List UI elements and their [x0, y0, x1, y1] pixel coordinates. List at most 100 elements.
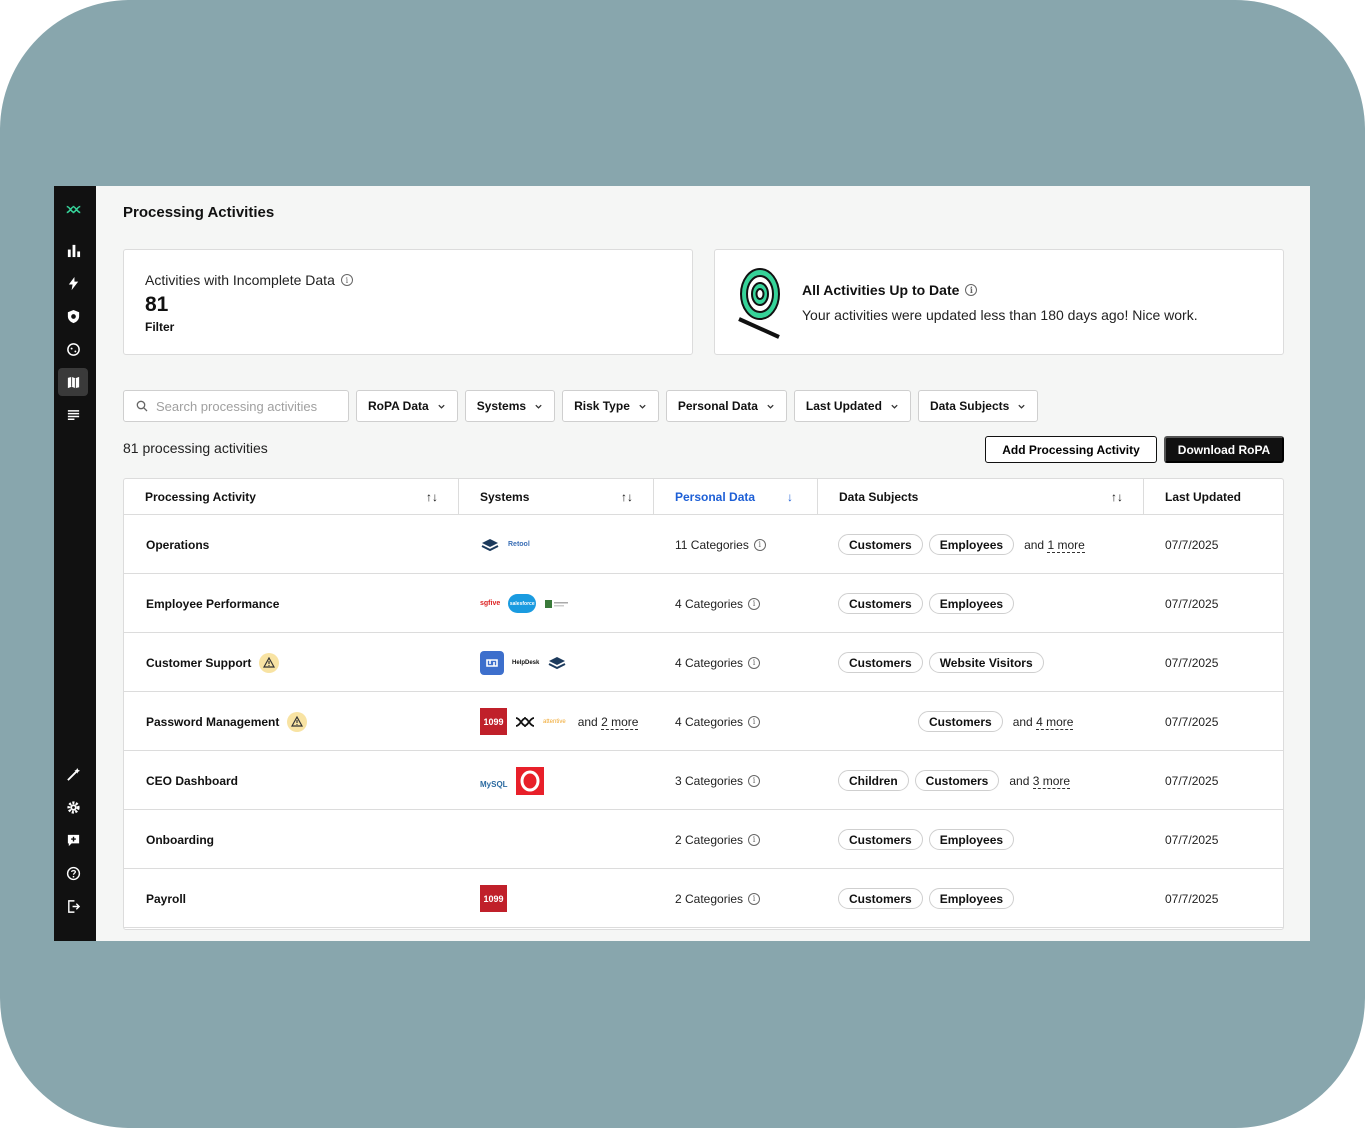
world-logo-icon	[544, 598, 570, 610]
subject-pill[interactable]: Employees	[928, 888, 1015, 909]
info-icon[interactable]: i	[748, 892, 761, 905]
personal-data-cell[interactable]: 4 Categories i	[675, 692, 761, 751]
column-header-activity[interactable]: Processing Activity ↑↓	[124, 479, 459, 515]
column-label: Data Subjects	[839, 490, 919, 504]
filter-last-updated-dropdown[interactable]: Last Updated	[793, 390, 911, 422]
systems-more-link[interactable]: 2 more	[601, 714, 639, 730]
info-icon[interactable]: i	[340, 274, 353, 286]
personal-data-count: 11 Categories	[675, 537, 749, 552]
gear-icon[interactable]	[58, 793, 88, 821]
table-row[interactable]: Customer Support HelpDesk 4 Categories i Cus…	[124, 633, 1283, 692]
subject-pill[interactable]: Customers	[914, 770, 1000, 791]
info-icon[interactable]: i	[748, 774, 761, 787]
sort-icon[interactable]: ↑↓	[621, 490, 633, 504]
personal-data-cell[interactable]: 3 Categories i	[675, 751, 761, 810]
table-row[interactable]: Payroll 1099 2 Categories i Customers Employe…	[124, 869, 1283, 928]
column-header-last-updated[interactable]: Last Updated	[1144, 479, 1283, 515]
activity-name[interactable]: Employee Performance	[146, 597, 279, 611]
column-header-data-subjects[interactable]: Data Subjects ↑↓	[818, 479, 1144, 515]
add-processing-activity-button[interactable]: Add Processing Activity	[985, 436, 1157, 463]
info-icon[interactable]: i	[748, 715, 761, 728]
subjects-more-link[interactable]: 3 more	[1032, 773, 1071, 789]
bolt-icon[interactable]	[58, 269, 88, 297]
filter-data-subjects-dropdown[interactable]: Data Subjects	[917, 390, 1039, 422]
subject-pill[interactable]: Customers	[838, 829, 923, 850]
opera-logo-icon	[515, 766, 544, 795]
subjects-more: and 1 more	[1024, 537, 1085, 553]
activities-table: Processing Activity ↑↓ Systems ↑↓ Person…	[123, 478, 1284, 930]
table-row[interactable]: Onboarding 2 Categories i Customers Employee…	[124, 810, 1283, 869]
subject-pill[interactable]: Customers	[838, 652, 923, 673]
info-icon[interactable]: i	[753, 538, 766, 551]
info-icon[interactable]: i	[748, 656, 761, 669]
subject-pill[interactable]: Children	[838, 770, 909, 791]
help-icon[interactable]	[58, 859, 88, 887]
personal-data-cell[interactable]: 4 Categories i	[675, 633, 761, 692]
table-row[interactable]: Password Management 1099 attentive and 2 mo…	[124, 692, 1283, 751]
cookie-icon[interactable]	[58, 335, 88, 363]
search-input[interactable]	[156, 398, 336, 414]
subject-pill[interactable]: Customers	[838, 534, 923, 555]
table-row[interactable]: CEO Dashboard MySQL 3 Categories i Children C…	[124, 751, 1283, 810]
data-subjects-cell: Customers Employees	[838, 574, 1015, 633]
activity-name[interactable]: Password Management	[146, 715, 279, 729]
filter-personal-data-dropdown[interactable]: Personal Data	[665, 390, 787, 422]
activity-name[interactable]: Payroll	[146, 892, 186, 906]
info-icon[interactable]: i	[748, 597, 761, 610]
subject-pill[interactable]: Employees	[928, 829, 1015, 850]
download-ropa-button[interactable]: Download RoPA	[1164, 436, 1284, 463]
chat-plus-icon[interactable]	[58, 826, 88, 854]
salesforce-logo-icon: salesforce	[508, 594, 537, 613]
sort-icon[interactable]: ↑↓	[426, 490, 438, 504]
incomplete-label: Activities with Incomplete Data	[145, 272, 335, 288]
filter-link[interactable]: Filter	[145, 320, 174, 334]
activity-name-cell: Employee Performance	[146, 574, 279, 633]
document-icon[interactable]	[58, 401, 88, 429]
map-icon[interactable]	[58, 368, 88, 396]
subject-pill[interactable]: Website Visitors	[928, 652, 1044, 673]
sort-desc-icon[interactable]: ↓	[787, 490, 793, 504]
chart-icon[interactable]	[58, 236, 88, 264]
sort-icon[interactable]: ↑↓	[1111, 490, 1123, 504]
column-header-systems[interactable]: Systems ↑↓	[459, 479, 654, 515]
table-row[interactable]: Operations Retool 11 Categories i Customers E…	[124, 515, 1283, 574]
personal-data-cell[interactable]: 2 Categories i	[675, 810, 761, 869]
table-row[interactable]: Employee Performance sgfive salesforce 4 Ca…	[124, 574, 1283, 633]
info-icon[interactable]: i	[748, 833, 761, 846]
data-subjects-cell: Customers Website Visitors	[838, 633, 1044, 692]
search-box[interactable]	[123, 390, 349, 422]
subject-pill[interactable]: Employees	[928, 534, 1015, 555]
chevron-down-icon	[535, 404, 542, 409]
device-frame: Processing Activities Activities with In…	[0, 0, 1365, 1128]
shield-icon[interactable]	[58, 302, 88, 330]
logout-icon[interactable]	[58, 892, 88, 920]
column-header-personal-data[interactable]: Personal Data ↓	[654, 479, 818, 515]
activity-name[interactable]: Customer Support	[146, 656, 251, 670]
subjects-more-link[interactable]: 4 more	[1036, 714, 1074, 730]
subject-pill[interactable]: Employees	[928, 593, 1015, 614]
last-updated-cell: 07/7/2025	[1165, 832, 1219, 847]
filter-risk-type-dropdown[interactable]: Risk Type	[562, 390, 659, 422]
chevron-down-icon	[891, 404, 898, 409]
app-window: Processing Activities Activities with In…	[54, 186, 1310, 941]
logo-icon[interactable]	[58, 195, 88, 223]
personal-data-cell[interactable]: 2 Categories i	[675, 869, 761, 928]
subject-pill[interactable]: Customers	[838, 888, 923, 909]
personal-data-cell[interactable]: 4 Categories i	[675, 574, 761, 633]
activity-name[interactable]: CEO Dashboard	[146, 774, 238, 788]
helpdesk-logo-icon: HelpDesk	[512, 659, 540, 666]
subjects-more-link[interactable]: 1 more	[1047, 537, 1085, 553]
personal-data-cell[interactable]: 11 Categories i	[675, 515, 766, 574]
systems-cell: sgfive salesforce	[480, 574, 570, 633]
activity-name[interactable]: Onboarding	[146, 833, 214, 847]
subject-pill[interactable]: Customers	[838, 593, 923, 614]
subject-pill[interactable]: Customers	[918, 711, 1003, 732]
info-icon[interactable]: i	[965, 284, 978, 296]
target-illustration-icon	[738, 268, 780, 339]
magic-wand-icon[interactable]	[58, 760, 88, 788]
column-label: Last Updated	[1165, 490, 1242, 504]
filter-systems-dropdown[interactable]: Systems	[464, 390, 556, 422]
activity-name[interactable]: Operations	[146, 538, 209, 552]
filter-ropa-data-dropdown[interactable]: RoPA Data	[356, 390, 458, 422]
sidebar	[54, 186, 96, 941]
